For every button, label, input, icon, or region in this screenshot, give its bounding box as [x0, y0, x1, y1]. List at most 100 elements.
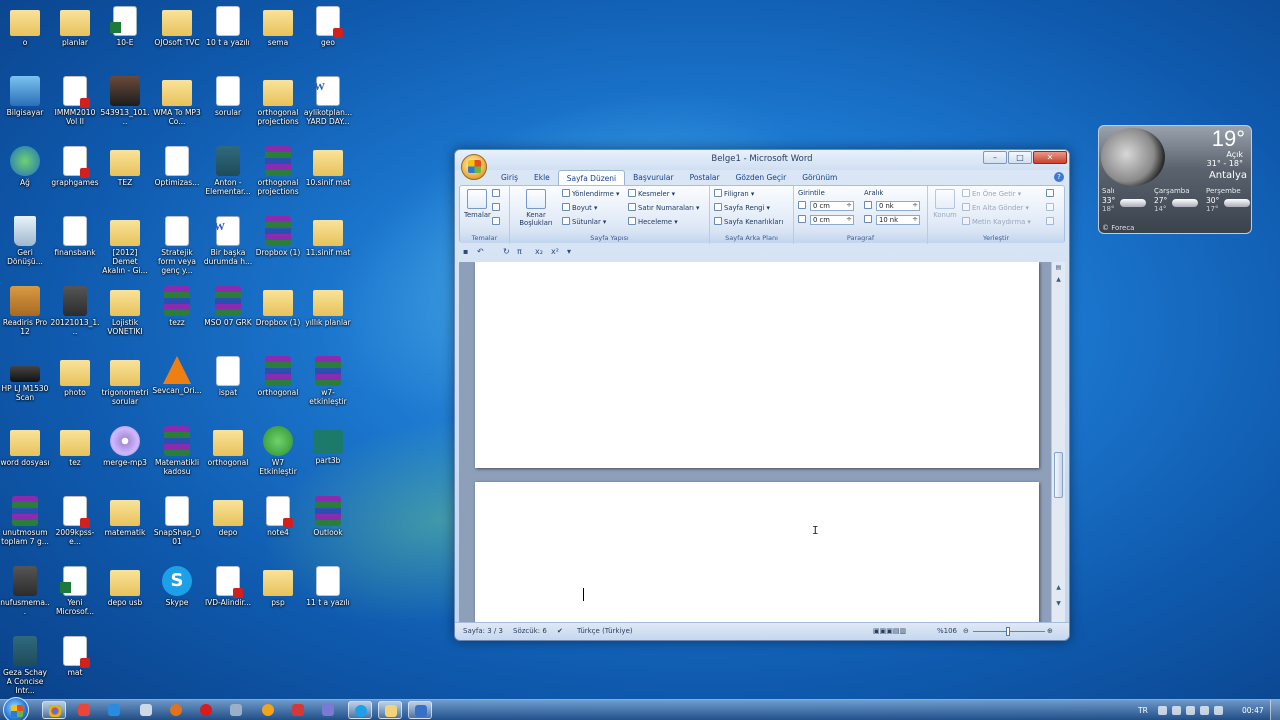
taskbar-chrome[interactable]: [42, 701, 66, 719]
page-count[interactable]: Sayfa: 3 / 3: [463, 627, 503, 635]
help-icon[interactable]: ?: [1054, 172, 1064, 182]
boyut-button[interactable]: Boyut ▾: [562, 203, 597, 213]
tab-basvurular[interactable]: Başvurular: [625, 170, 681, 186]
desktop-icon[interactable]: Bir başka durumda h...: [203, 212, 253, 266]
desktop-icon[interactable]: 11 t a yazılı: [303, 562, 353, 607]
desktop-icon[interactable]: tezz: [152, 282, 202, 327]
network-icon[interactable]: [1172, 706, 1181, 715]
taskbar-app-red[interactable]: [286, 701, 310, 719]
spacing-before-input[interactable]: 0 nk: [876, 201, 920, 211]
konum-button[interactable]: Konum: [932, 189, 958, 219]
desktop-icon[interactable]: yıllık planlar: [303, 282, 353, 327]
sutunlar-button[interactable]: Sütunlar ▾: [562, 217, 606, 227]
word-window[interactable]: Belge1 - Microsoft Word – □ ✕ Giriş Ekle…: [454, 149, 1070, 641]
desktop-icon[interactable]: depo usb: [100, 562, 150, 607]
desktop-icon[interactable]: trigonometri sorular: [100, 352, 150, 406]
superscript-icon[interactable]: x²: [551, 247, 559, 256]
satir-numaralari-button[interactable]: Satır Numaraları ▾: [628, 203, 699, 213]
spacing-after-input[interactable]: 10 nk: [876, 215, 920, 225]
tab-gorunum[interactable]: Görünüm: [794, 170, 845, 186]
kesmeler-button[interactable]: Kesmeler ▾: [628, 189, 675, 199]
desktop-icon[interactable]: w7-etkinleştir: [303, 352, 353, 406]
document-page[interactable]: I: [475, 482, 1039, 622]
desktop-icon[interactable]: photo: [50, 352, 100, 397]
indent-left-input[interactable]: 0 cm: [810, 201, 854, 211]
tab-giris[interactable]: Giriş: [493, 170, 526, 186]
prev-page-icon[interactable]: ▲: [1054, 584, 1063, 593]
weather-gadget[interactable]: 19° Açık 31° - 18° Antalya Salı 33° 18° …: [1098, 125, 1252, 234]
start-button[interactable]: [3, 697, 29, 720]
desktop-icon[interactable]: 10.sinif mat: [303, 142, 353, 187]
desktop-icon[interactable]: WMA To MP3 Co...: [152, 72, 202, 126]
minimize-button[interactable]: –: [983, 151, 1007, 164]
desktop-icon[interactable]: psp: [253, 562, 303, 607]
desktop-icon[interactable]: Bilgisayar: [0, 72, 50, 117]
desktop-icon[interactable]: orthogonal: [253, 352, 303, 397]
office-button[interactable]: [461, 154, 487, 180]
equation-icon[interactable]: π: [517, 247, 522, 256]
theme-colors-button[interactable]: [492, 189, 502, 199]
ruler-toggle-icon[interactable]: ▤: [1054, 264, 1063, 273]
document-area[interactable]: I: [459, 262, 1051, 622]
desktop-icon[interactable]: o: [0, 2, 50, 47]
desktop-icon[interactable]: IMMM2010 Vol II: [50, 72, 100, 126]
taskbar-folder[interactable]: [378, 701, 402, 719]
desktop-icon[interactable]: word dosyası: [0, 422, 50, 467]
en-alta-gonder-button[interactable]: En Alta Gönder ▾: [962, 203, 1029, 213]
taskbar-photos[interactable]: [224, 701, 248, 719]
rotate-button[interactable]: [1046, 217, 1056, 227]
desktop-icon[interactable]: nufusmema...: [0, 562, 50, 616]
taskbar-skype[interactable]: [348, 701, 372, 719]
undo-icon[interactable]: ↶: [477, 247, 484, 256]
desktop-icon[interactable]: IVD-Alindir...: [203, 562, 253, 607]
yonlendirme-button[interactable]: Yönlendirme ▾: [562, 189, 619, 199]
language-indicator[interactable]: Türkçe (Türkiye): [577, 627, 633, 635]
tab-gozden-gecir[interactable]: Gözden Geçir: [728, 170, 795, 186]
desktop-icon[interactable]: Sevcan_Ori...: [152, 352, 202, 395]
theme-effects-button[interactable]: [492, 217, 502, 227]
desktop-icon[interactable]: tez: [50, 422, 100, 467]
vertical-scrollbar[interactable]: ▤ ▲ ▲ ▼: [1051, 262, 1065, 622]
proofing-icon[interactable]: ✔: [557, 627, 563, 635]
theme-fonts-button[interactable]: [492, 203, 502, 213]
scroll-up-icon[interactable]: ▲: [1054, 276, 1063, 285]
desktop-icon[interactable]: [2012] Demet Akalın - Gi...: [100, 212, 150, 275]
desktop-icon[interactable]: ispat: [203, 352, 253, 397]
taskbar-media[interactable]: [256, 701, 280, 719]
group-objects-button[interactable]: [1046, 203, 1056, 213]
desktop-icon[interactable]: graphgames: [50, 142, 100, 187]
desktop-icon[interactable]: orthogonal projections: [253, 142, 303, 196]
metin-kaydirma-button[interactable]: Metin Kaydırma ▾: [962, 217, 1031, 227]
desktop-icon[interactable]: sema: [253, 2, 303, 47]
document-page[interactable]: [475, 262, 1039, 468]
desktop-icon[interactable]: Geri Dönüşü...: [0, 212, 50, 266]
save-icon[interactable]: ▪: [463, 247, 468, 256]
redo-icon[interactable]: ↻: [503, 247, 510, 256]
title-bar[interactable]: Belge1 - Microsoft Word – □ ✕: [455, 150, 1069, 170]
desktop-icon[interactable]: sorular: [203, 72, 253, 117]
volume-icon[interactable]: [1186, 706, 1195, 715]
desktop-icon[interactable]: depo: [203, 492, 253, 537]
taskbar-app-pen[interactable]: [316, 701, 340, 719]
desktop-icon[interactable]: Geza Schay A Concise Intr...: [0, 632, 50, 695]
desktop-icon[interactable]: 543913_101...: [100, 72, 150, 126]
desktop-icon[interactable]: unutmosum toplam 7 g...: [0, 492, 50, 546]
zoom-out-icon[interactable]: ⊖: [963, 627, 969, 635]
printer-icon[interactable]: [1214, 706, 1223, 715]
desktop-icon[interactable]: Anton - Elementar...: [203, 142, 253, 196]
desktop-icon[interactable]: 20121013_1...: [50, 282, 100, 336]
customize-qat-icon[interactable]: ▾: [567, 247, 571, 256]
tab-ekle[interactable]: Ekle: [526, 170, 558, 186]
weather-source-link[interactable]: © Foreca: [1102, 224, 1134, 232]
desktop-icon[interactable]: mergе-mp3: [100, 422, 150, 467]
desktop-icon[interactable]: 11.sinif mat: [303, 212, 353, 257]
sayfa-kenarliklari-button[interactable]: Sayfa Kenarlıkları: [714, 217, 783, 227]
desktop-icon[interactable]: orthogonal projections: [253, 72, 303, 126]
desktop-icon[interactable]: Ağ: [0, 142, 50, 187]
desktop-icon[interactable]: geo: [303, 2, 353, 47]
desktop-icon[interactable]: Matematikli kadosu: [152, 422, 202, 476]
desktop-icon[interactable]: Dropbox (1): [253, 282, 303, 327]
taskbar-explorer[interactable]: [134, 701, 158, 719]
zoom-level[interactable]: %106: [937, 627, 957, 635]
scroll-thumb[interactable]: [1054, 452, 1063, 498]
